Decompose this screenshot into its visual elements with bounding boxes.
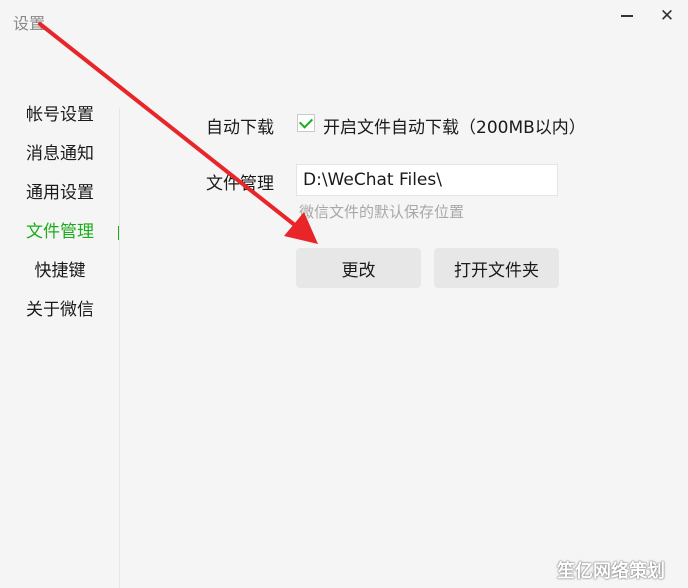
sidebar-item-label: 帐号设置 xyxy=(26,105,94,125)
auto-download-checkbox-label[interactable]: 开启文件自动下载（200MB以内） xyxy=(323,113,586,138)
minimize-button[interactable] xyxy=(613,4,641,28)
sidebar-item-notifications[interactable]: 消息通知 xyxy=(0,135,120,174)
file-path-field: D:\WeChat Files\ xyxy=(296,164,558,196)
auto-download-label: 自动下载 xyxy=(206,118,274,138)
sidebar-divider xyxy=(119,108,120,588)
close-icon: ✕ xyxy=(659,6,675,26)
close-button[interactable]: ✕ xyxy=(653,4,681,28)
sidebar-item-label: 消息通知 xyxy=(26,144,94,164)
window-title: 设置 xyxy=(13,14,46,33)
sidebar-item-shortcuts[interactable]: 快捷键 xyxy=(0,252,120,291)
sidebar-item-label: 快捷键 xyxy=(34,261,86,281)
sidebar-item-general[interactable]: 通用设置 xyxy=(0,174,120,213)
auto-download-checkbox[interactable] xyxy=(297,114,315,132)
file-management-label: 文件管理 xyxy=(206,174,274,194)
sidebar-item-account[interactable]: 帐号设置 xyxy=(0,96,120,135)
checkmark-icon xyxy=(298,114,314,129)
change-button[interactable]: 更改 xyxy=(296,248,421,288)
sidebar-item-label: 关于微信 xyxy=(26,300,94,320)
sidebar-item-about[interactable]: 关于微信 xyxy=(0,291,120,330)
watermark: 笙亿网络策划 xyxy=(557,561,665,582)
sidebar-item-label: 通用设置 xyxy=(26,183,94,203)
sidebar-item-label: 文件管理 xyxy=(26,222,94,242)
file-path-hint: 微信文件的默认保存位置 xyxy=(299,203,465,221)
open-folder-button[interactable]: 打开文件夹 xyxy=(434,248,559,288)
sidebar-item-file-management[interactable]: 文件管理 xyxy=(0,213,120,252)
settings-sidebar: 帐号设置 消息通知 通用设置 文件管理 快捷键 关于微信 xyxy=(0,96,120,330)
minimize-icon xyxy=(621,15,633,17)
